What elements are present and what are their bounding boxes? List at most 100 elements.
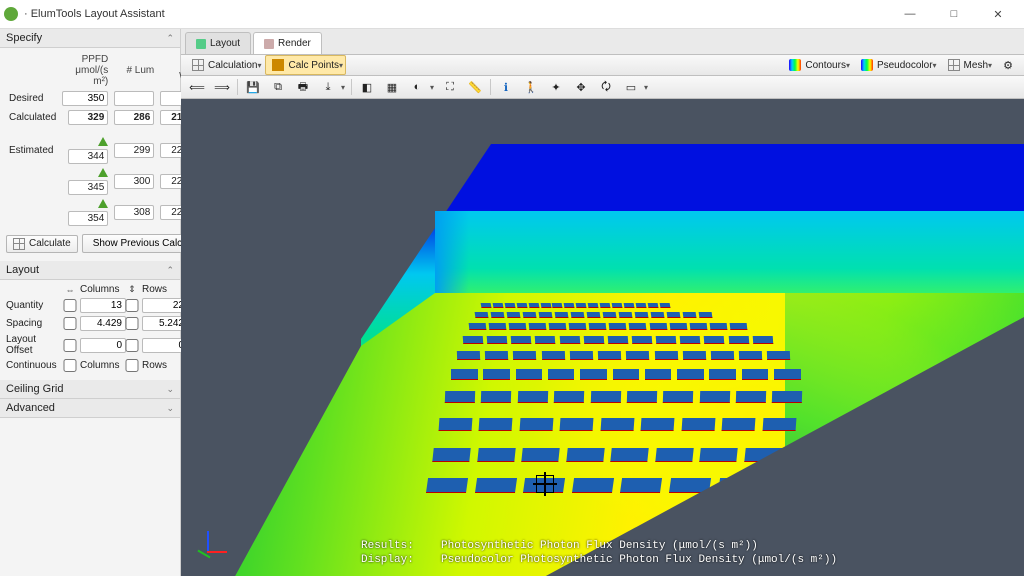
shade-button[interactable]: ◐: [405, 77, 437, 97]
walk-button[interactable]: 🚶: [519, 77, 543, 97]
luminaire: [627, 391, 657, 403]
continuous-cols-checkbox[interactable]: [63, 359, 77, 372]
luminaire: [699, 448, 737, 462]
pseudocolor-menu[interactable]: Pseudocolor: [854, 55, 940, 75]
luminaire: [704, 336, 724, 344]
orbit-button[interactable]: 🗘: [594, 77, 618, 97]
luminaire: [572, 478, 614, 493]
pan-button[interactable]: ✥: [569, 77, 593, 97]
specify-header[interactable]: Specify ⌃: [0, 29, 180, 48]
view-preset-button[interactable]: ▭: [619, 77, 651, 97]
minimize-button[interactable]: —: [888, 1, 932, 27]
estimate-up-icon: [98, 199, 108, 208]
offset-cols-lock[interactable]: [63, 339, 77, 352]
luminaire: [728, 336, 748, 344]
continuous-label: Continuous: [6, 360, 60, 371]
calc-ppfd: 329: [68, 110, 108, 125]
tab-render[interactable]: Render: [253, 32, 322, 54]
mesh-menu[interactable]: Mesh: [941, 55, 995, 75]
zoom-extents-button[interactable]: ⛶: [438, 77, 462, 97]
tab-layout[interactable]: Layout: [185, 32, 251, 54]
continuous-rows-checkbox[interactable]: [125, 359, 139, 372]
layout-header[interactable]: Layout ⌃: [0, 261, 180, 280]
luminaire: [602, 312, 616, 318]
luminaire: [554, 312, 568, 318]
quantity-rows-lock[interactable]: [125, 299, 139, 312]
luminaire: [632, 336, 652, 344]
luminaire: [666, 312, 680, 318]
copy-button[interactable]: ⧉: [266, 77, 290, 97]
expand-icon: ⌄: [166, 403, 174, 414]
calculate-icon: [13, 238, 25, 250]
luminaire: [680, 336, 700, 344]
luminaire: [426, 478, 468, 493]
luminaire: [618, 312, 632, 318]
expand-icon: ⌄: [166, 384, 174, 395]
orbit-cursor-icon: [536, 475, 554, 493]
luminaire: [580, 369, 607, 380]
luminaire: [481, 303, 492, 308]
wireframe-button[interactable]: ▦: [380, 77, 404, 97]
forward-button[interactable]: ⟹: [210, 77, 234, 97]
luminaire: [641, 418, 675, 431]
close-button[interactable]: ✕: [976, 1, 1020, 27]
luminaire: [463, 336, 483, 344]
spacing-label: Spacing: [6, 318, 60, 329]
col-ppfd: PPFDμmol/(s m²): [59, 52, 111, 89]
luminaire: [507, 312, 521, 318]
print-button[interactable]: 🖶: [291, 77, 315, 97]
estimated-label: Estimated: [6, 135, 59, 166]
luminaire: [554, 391, 584, 403]
luminaire: [559, 336, 579, 344]
luminaire: [689, 323, 706, 330]
desired-ppfd-input[interactable]: [62, 91, 108, 106]
luminaire: [569, 323, 586, 330]
luminaire: [711, 351, 735, 360]
luminaire: [549, 323, 566, 330]
luminaire: [541, 351, 565, 360]
tabbar: Layout Render: [181, 29, 1024, 55]
settings-button[interactable]: ⚙: [996, 55, 1020, 75]
luminaire: [629, 323, 646, 330]
advanced-header[interactable]: Advanced ⌄: [0, 399, 180, 418]
luminaire: [491, 312, 505, 318]
offset-cols-input[interactable]: [80, 338, 126, 353]
back-button[interactable]: ⟸: [185, 77, 209, 97]
luminaire: [583, 336, 603, 344]
export-button[interactable]: ⤓: [316, 77, 348, 97]
app-logo-icon: [4, 7, 18, 21]
luminaire: [535, 336, 555, 344]
maximize-button[interactable]: □: [932, 1, 976, 27]
luminaire: [752, 336, 772, 344]
offset-rows-lock[interactable]: [125, 339, 139, 352]
luminaire: [762, 418, 796, 431]
probe-button[interactable]: ✦: [544, 77, 568, 97]
luminaire: [681, 418, 715, 431]
quantity-cols-lock[interactable]: [63, 299, 77, 312]
luminaire: [683, 351, 707, 360]
display-label: Display:: [361, 553, 441, 567]
calculation-menu[interactable]: Calculation: [185, 55, 264, 75]
offset-label: Layout Offset: [6, 334, 60, 356]
spacing-cols-lock[interactable]: [63, 317, 77, 330]
luminaire: [475, 312, 489, 318]
est2-lum: 308: [114, 205, 154, 220]
save-button[interactable]: 💾: [241, 77, 265, 97]
axis-gizmo: [189, 531, 229, 571]
iso-view-button[interactable]: ◧: [355, 77, 379, 97]
render-viewport[interactable]: Results:Photosynthetic Photon Flux Densi…: [181, 99, 1024, 576]
spacing-cols-input[interactable]: [80, 316, 126, 331]
measure-button[interactable]: 📏: [463, 77, 487, 97]
quantity-cols-input[interactable]: [80, 298, 126, 313]
contours-menu[interactable]: Contours: [782, 55, 853, 75]
calc-points-menu[interactable]: Calc Points: [265, 55, 346, 75]
info-button[interactable]: ℹ: [494, 77, 518, 97]
ceiling-grid-header[interactable]: Ceiling Grid ⌄: [0, 380, 180, 399]
luminaire: [548, 369, 575, 380]
spacing-rows-lock[interactable]: [125, 317, 139, 330]
estimate-up-icon: [98, 137, 108, 146]
luminaire: [576, 303, 587, 308]
luminaire: [645, 369, 672, 380]
desired-label: Desired: [6, 89, 59, 108]
calculate-button[interactable]: Calculate: [6, 235, 78, 253]
